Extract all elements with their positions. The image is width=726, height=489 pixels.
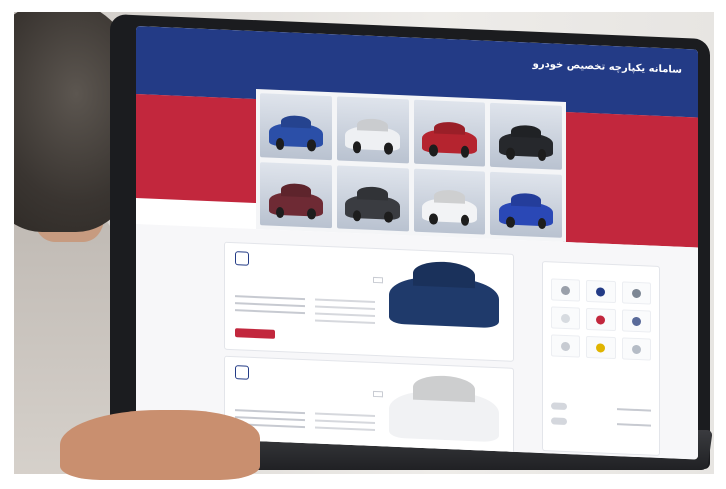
brand-logo-icon [561,341,571,351]
wheel [307,139,316,152]
filter-sidebar [542,261,660,456]
brand-logo-icon [596,314,606,325]
brand-filter-tile[interactable] [551,306,581,330]
car-gallery [256,89,566,243]
toggle-switch[interactable] [551,417,567,426]
wheel [384,211,393,224]
listing-car-image [389,275,499,329]
gallery-thumbnail[interactable] [336,96,409,163]
wheel [429,213,438,226]
listing-details-button[interactable] [373,390,383,398]
wheel [460,146,470,158]
wheel [352,210,362,222]
gallery-thumbnail[interactable] [413,168,486,235]
listing-specs-secondary [315,412,375,437]
wheel [384,142,393,155]
toggle-row[interactable] [551,402,651,413]
wheel [352,141,362,154]
brand-filter-tile[interactable] [621,309,651,333]
header-nav [222,50,246,51]
filter-toggles [551,402,651,436]
wheel [506,147,515,160]
red-band-left [136,94,256,204]
wheel [429,144,438,157]
brand-filter-tile[interactable] [586,307,616,332]
wheel [537,217,547,230]
brand-logo-icon [235,251,249,266]
toggle-switch[interactable] [551,402,567,411]
gallery-thumbnail[interactable] [490,171,562,238]
wheel [506,216,515,229]
register-button[interactable] [235,328,275,339]
brand-filter-tile[interactable] [551,278,581,302]
listing-card[interactable] [224,241,514,362]
brand-filter-tile[interactable] [586,335,616,360]
brand-filter-tile[interactable] [551,334,581,358]
brand-logo-icon [631,316,641,326]
gallery-thumbnail[interactable] [413,99,486,167]
brand-logo-icon [596,342,606,353]
brand-logo-icon [631,288,641,298]
brand-grid [551,278,651,361]
gallery-thumbnail[interactable] [336,164,409,232]
gallery-thumbnail[interactable] [260,93,332,160]
red-band-right [563,111,698,248]
listing-specs-secondary [315,298,375,330]
gallery-thumbnail[interactable] [490,102,562,170]
user-hand [60,410,260,480]
wheel [275,138,285,151]
site-title: سامانه یکپارچه تخصیص خودرو [532,58,682,76]
listing-details-button[interactable] [373,276,383,284]
wheel [460,214,470,227]
toggle-row[interactable] [551,417,651,428]
laptop-screen: سامانه یکپارچه تخصیص خودرو [136,26,698,460]
brand-filter-tile[interactable] [621,281,651,305]
brand-filter-tile[interactable] [621,337,651,361]
brand-logo-icon [596,286,606,297]
listing-specs [235,295,305,319]
listing-car-image [389,389,499,443]
brand-filter-tile[interactable] [586,279,616,304]
brand-logo-icon [631,344,641,354]
wheel [275,206,285,219]
gallery-thumbnail[interactable] [260,161,332,229]
wheel [537,149,547,162]
wheel [307,208,316,220]
brand-logo-icon [235,365,249,380]
brand-logo-icon [561,285,571,295]
brand-logo-icon [561,313,571,323]
